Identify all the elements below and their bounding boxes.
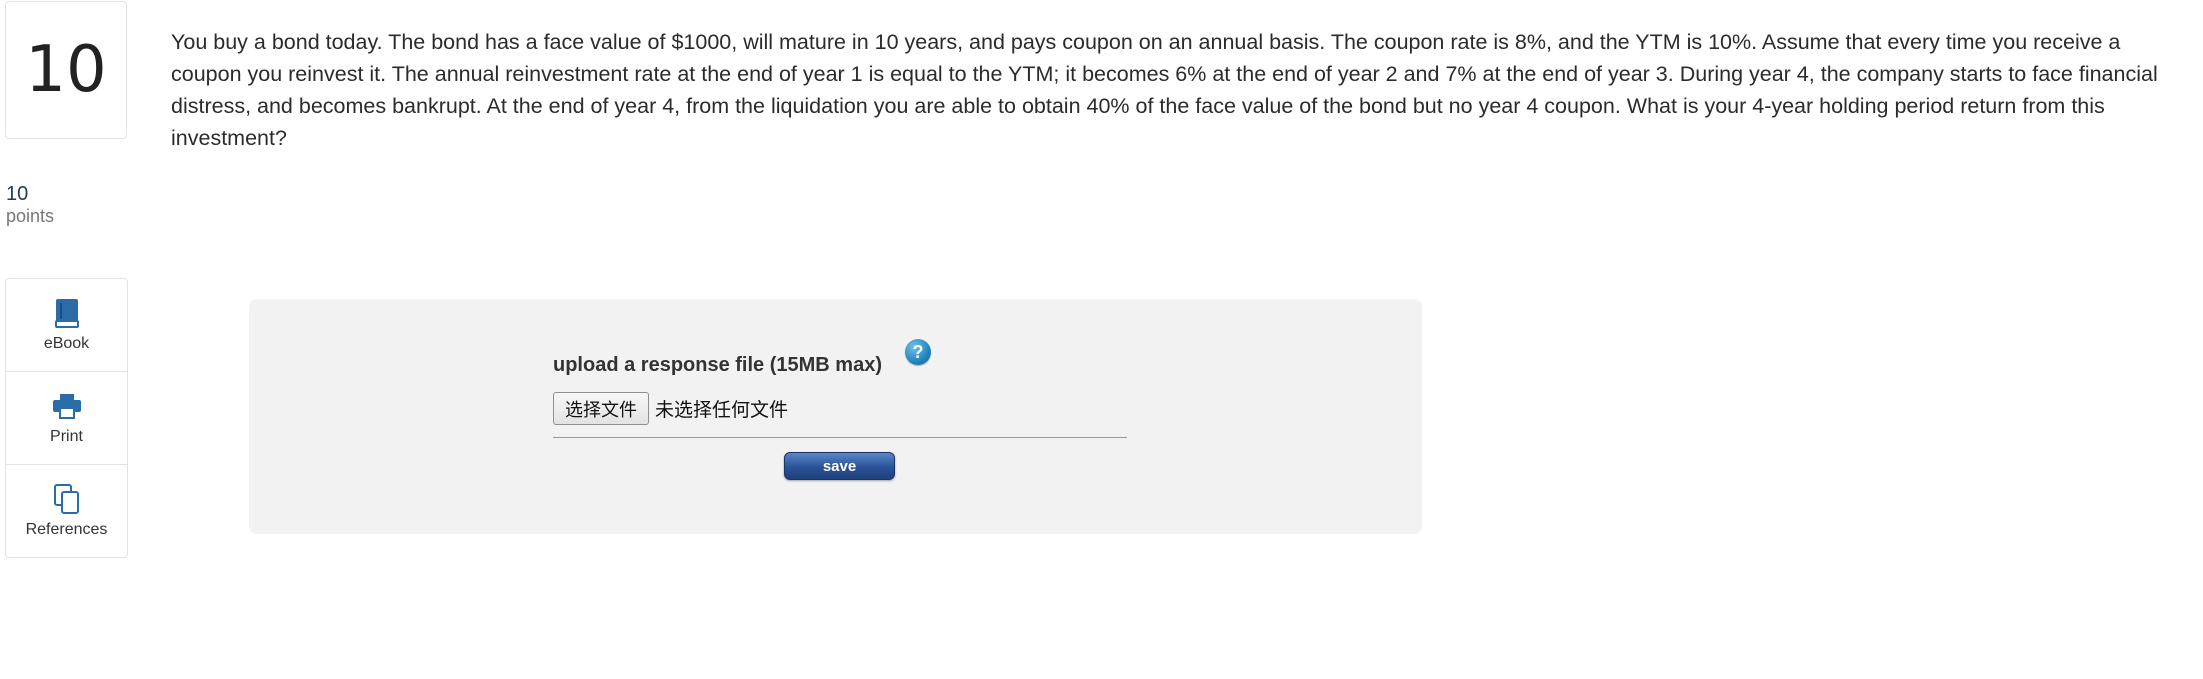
print-button[interactable]: Print	[6, 372, 127, 465]
book-icon	[51, 297, 83, 329]
question-number: 10	[5, 1, 127, 139]
references-button[interactable]: References	[6, 465, 127, 557]
file-input: 选择文件 未选择任何文件	[553, 392, 788, 425]
divider	[553, 437, 1127, 438]
references-label: References	[25, 521, 108, 538]
printer-icon	[51, 390, 83, 422]
upload-panel: upload a response file (15MB max) ? 选择文件…	[249, 299, 1422, 534]
choose-file-button[interactable]: 选择文件	[553, 392, 649, 425]
points-label: points	[6, 206, 55, 226]
ebook-label: eBook	[43, 335, 90, 352]
file-status-text: 未选择任何文件	[655, 399, 789, 421]
tools-panel: eBook Print References	[5, 278, 128, 558]
copy-icon	[51, 483, 83, 515]
ebook-button[interactable]: eBook	[6, 279, 127, 372]
upload-label: upload a response file (15MB max)	[553, 354, 882, 376]
print-label: Print	[50, 428, 83, 445]
points-value: 10	[6, 183, 29, 205]
save-button[interactable]: save	[784, 452, 895, 480]
page: 10 10 points eBook Print References You …	[0, 0, 2203, 679]
question-text: You buy a bond today. The bond has a fac…	[171, 30, 2158, 150]
help-icon[interactable]: ?	[905, 339, 931, 365]
points-info: 10 points	[6, 183, 54, 227]
